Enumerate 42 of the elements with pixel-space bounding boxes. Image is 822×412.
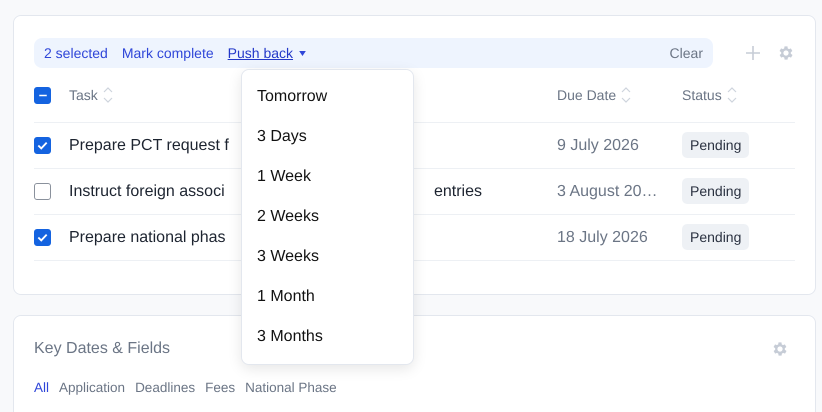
task-name: Prepare PCT request f (69, 136, 229, 154)
clear-button[interactable]: Clear (670, 45, 703, 61)
column-header[interactable]: Due Date (557, 87, 616, 103)
section-title: Key Dates & Fields (34, 340, 170, 358)
filter-tab[interactable]: Fees (205, 380, 236, 395)
filter-tab[interactable]: All (34, 380, 50, 395)
menu-item[interactable]: 3 Days (242, 117, 413, 157)
push-back-dropdown[interactable]: Push back (228, 45, 306, 61)
menu-item[interactable]: 1 Month (242, 277, 413, 317)
task-name: Prepare national phas (69, 228, 226, 246)
status-badge: Pending (682, 132, 750, 158)
menu-item[interactable]: Tomorrow (242, 77, 413, 117)
settings-icon[interactable] (771, 340, 789, 358)
filter-tab[interactable]: Deadlines (135, 380, 196, 395)
status-badge: Pending (682, 224, 750, 250)
row-checkbox[interactable] (34, 137, 51, 154)
selected-count: 2 selected (44, 45, 108, 61)
menu-item[interactable]: 3 Months (242, 317, 413, 357)
task-name: entries (434, 182, 482, 200)
menu-item[interactable]: 1 Week (242, 157, 413, 197)
mark-complete-link[interactable]: Mark complete (122, 45, 214, 61)
row-checkbox[interactable] (34, 229, 51, 246)
filter-tab[interactable]: Application (59, 380, 126, 395)
status-badge: Pending (682, 178, 750, 204)
due-date: 9 July 2026 (557, 136, 640, 154)
column-header[interactable]: Status (682, 87, 722, 103)
dash-icon (38, 94, 48, 96)
settings-icon[interactable] (777, 44, 795, 62)
menu-item[interactable]: 2 Weeks (242, 197, 413, 237)
select-all-checkbox[interactable] (34, 86, 51, 104)
sort-icon[interactable] (621, 86, 632, 104)
sort-icon[interactable] (726, 86, 737, 104)
row-checkbox[interactable] (34, 183, 51, 200)
filter-tab[interactable]: National Phase (245, 380, 337, 395)
add-icon[interactable] (745, 45, 761, 61)
menu-item[interactable]: 3 Weeks (242, 237, 413, 277)
task-name: Instruct foreign associ (69, 182, 225, 200)
sort-icon[interactable] (102, 86, 113, 104)
column-header[interactable]: Task (69, 87, 98, 103)
due-date: 3 August 20… (557, 182, 659, 200)
caret-icon (299, 50, 306, 56)
due-date: 18 July 2026 (557, 228, 649, 246)
